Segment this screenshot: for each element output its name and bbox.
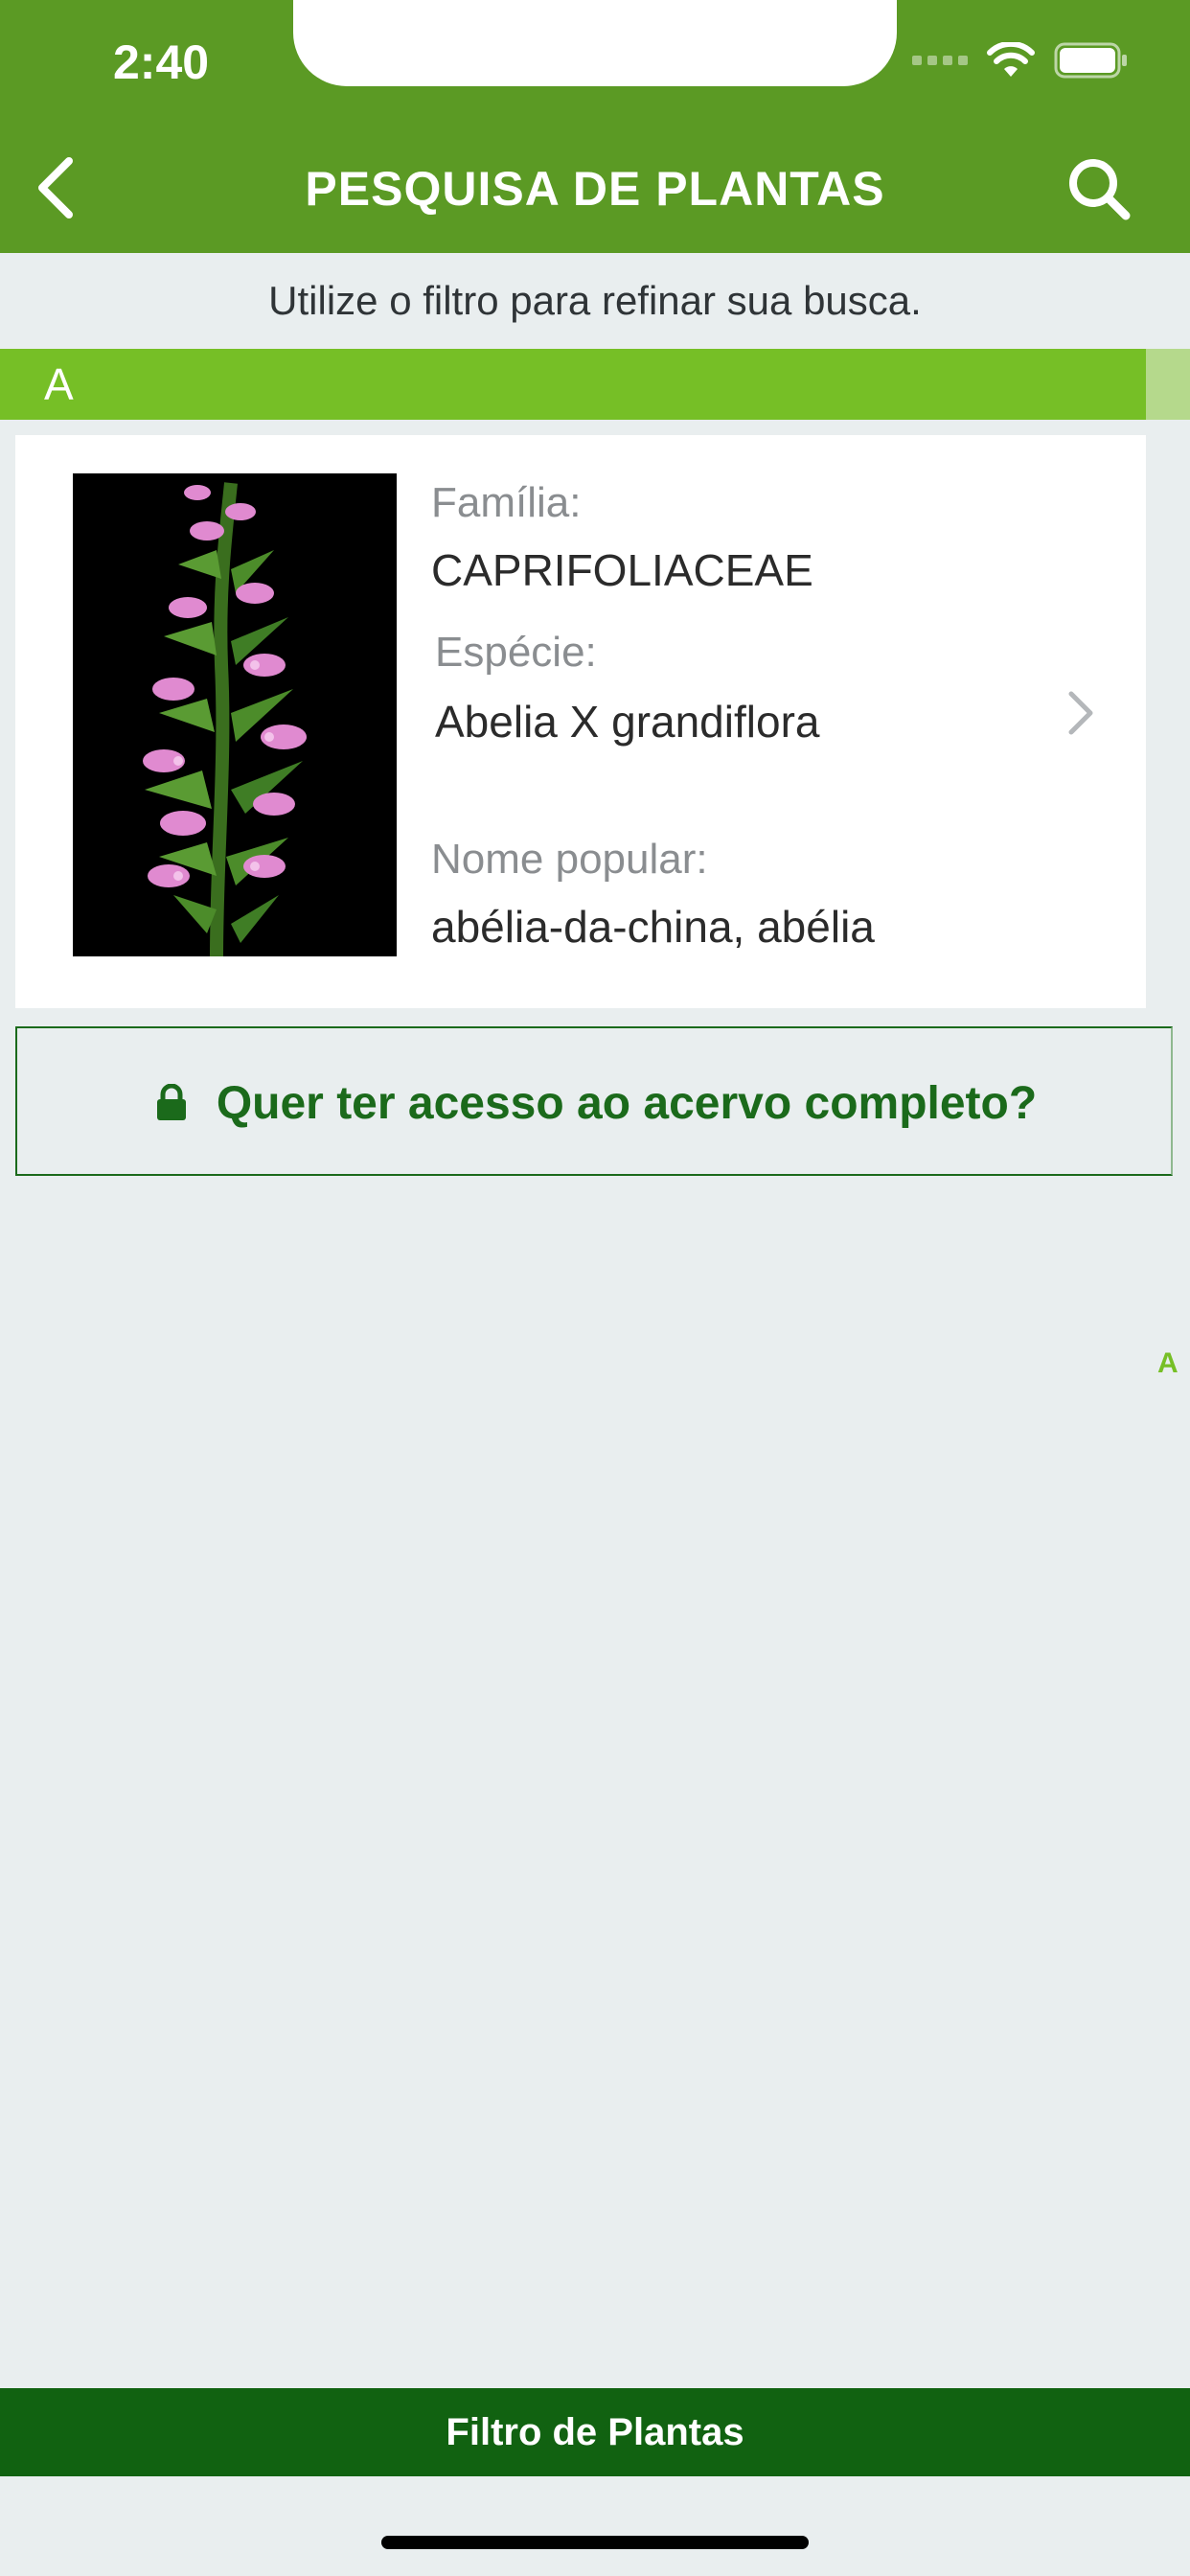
section-letter: A (44, 359, 74, 409)
plant-photo (73, 473, 397, 956)
popular-name-label: Nome popular: (431, 836, 708, 883)
filter-hint: Utilize o filtro para refinar sua busca. (268, 278, 922, 323)
species-value: Abelia X grandiflora (435, 697, 820, 747)
wifi-icon (987, 42, 1035, 77)
full-access-label: Quer ter acesso ao acervo completo? (216, 1077, 1038, 1129)
battery-icon (1054, 42, 1127, 79)
home-indicator (381, 2536, 809, 2549)
popular-name-value: abélia-da-china, abélia (431, 902, 875, 952)
status-time: 2:40 (113, 35, 210, 89)
family-value: CAPRIFOLIACEAE (431, 545, 813, 595)
page-title: PESQUISA DE PLANTAS (305, 162, 885, 216)
cellular-signal-icon (912, 56, 968, 65)
section-index-a[interactable]: A (1157, 1347, 1179, 1380)
lock-icon (156, 1084, 186, 1120)
family-label: Família: (431, 479, 582, 526)
search-icon (1069, 159, 1131, 220)
app-header: 2:40 PESQUISA DE PLANTAS (0, 0, 1190, 253)
full-access-button[interactable]: Quer ter acesso ao acervo completo? (15, 1026, 1173, 1176)
section-header: A (0, 349, 1146, 420)
chevron-right-icon (1062, 684, 1100, 742)
species-label: Espécie: (435, 629, 597, 676)
plant-list-item[interactable]: Família: CAPRIFOLIACEAE Espécie: Abelia … (15, 435, 1146, 1008)
device-notch (293, 0, 897, 86)
search-button[interactable] (1065, 155, 1133, 222)
plant-filter-button[interactable]: Filtro de Plantas (0, 2388, 1190, 2476)
status-icons (912, 42, 1129, 79)
scroll-indicator (1146, 349, 1190, 420)
